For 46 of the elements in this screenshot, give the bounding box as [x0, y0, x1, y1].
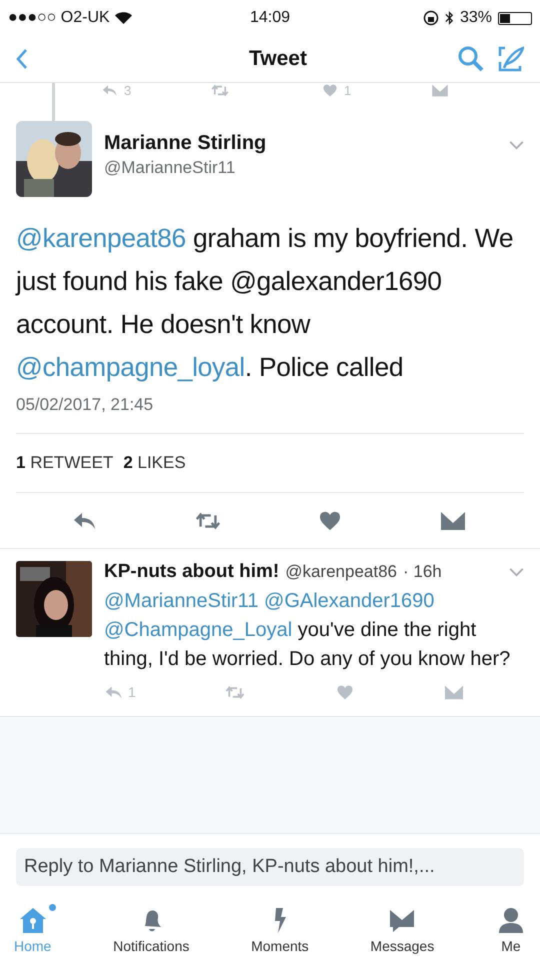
- chevron-icon[interactable]: [509, 141, 524, 150]
- retweet-icon[interactable]: [225, 684, 246, 700]
- search-icon[interactable]: [458, 46, 484, 72]
- back-icon[interactable]: [16, 48, 28, 70]
- stat-text[interactable]: 1 RETWEET: [16, 453, 114, 473]
- count-text: 1: [128, 684, 136, 700]
- mention-link[interactable]: @Champagne_Loyal: [104, 619, 292, 641]
- mention-link[interactable]: @MarianneStir11: [104, 590, 258, 612]
- mention-link[interactable]: @champagne_loyal: [16, 352, 245, 382]
- retweet-icon[interactable]: [194, 511, 221, 531]
- time-text: · 16h: [402, 562, 442, 582]
- tab[interactable]: Notifications: [113, 906, 190, 954]
- count-text: 3: [124, 83, 132, 98]
- heart-icon[interactable]: [334, 684, 355, 700]
- mention-link[interactable]: @GAlexander1690: [264, 590, 434, 612]
- tab[interactable]: Moments: [251, 906, 309, 954]
- tweet-text: @karenpeat86 graham is my boyfriend. We just found his fake @galexander1690 account. He doesn't know @champagne_loyal. Police called: [16, 222, 514, 384]
- envelope-icon[interactable]: [444, 684, 464, 700]
- author-name: Marianne Stirling: [104, 132, 268, 155]
- reply-field[interactable]: Reply to Marianne Stirling, KP-nuts about him!,...: [16, 848, 524, 886]
- compose-icon[interactable]: [498, 46, 524, 72]
- tab[interactable]: Me: [496, 906, 526, 954]
- stat-text[interactable]: 2 LIKES: [123, 453, 186, 473]
- envelope-icon[interactable]: [440, 511, 466, 531]
- count-text: 1: [344, 83, 352, 98]
- retweet-icon[interactable]: [210, 84, 230, 97]
- author-name: KP-nuts about him!: [104, 561, 280, 583]
- tab[interactable]: Messages: [370, 906, 434, 954]
- chevron-icon[interactable]: [509, 568, 524, 576]
- bluetooth-icon: [444, 10, 454, 26]
- author-handle: @MarianneStir11: [104, 158, 236, 178]
- battery-icon: [498, 12, 532, 24]
- timestamp: 05/02/2017, 21:45: [16, 395, 524, 434]
- envelope-icon[interactable]: [430, 84, 450, 97]
- wifi-icon: [114, 12, 132, 24]
- reply-icon[interactable]: [72, 511, 98, 531]
- clock-text: 14:09: [250, 9, 290, 27]
- reply-text: @MarianneStir11 @GAlexander1690 @Champagne_Loyal you've dine the right thing, I'd be worried. Do any of you know her?: [104, 589, 512, 672]
- carrier-text: ●●●○○ O2-UK: [8, 9, 110, 27]
- author-handle: @karenpeat86: [285, 562, 397, 582]
- battery-text: 33%: [460, 9, 492, 27]
- reply-icon[interactable]: [104, 684, 124, 700]
- rotation-lock-icon: [422, 10, 439, 26]
- mention-link[interactable]: @karenpeat86: [16, 223, 186, 253]
- page-title: Tweet: [248, 47, 308, 71]
- house-icon: [18, 906, 48, 934]
